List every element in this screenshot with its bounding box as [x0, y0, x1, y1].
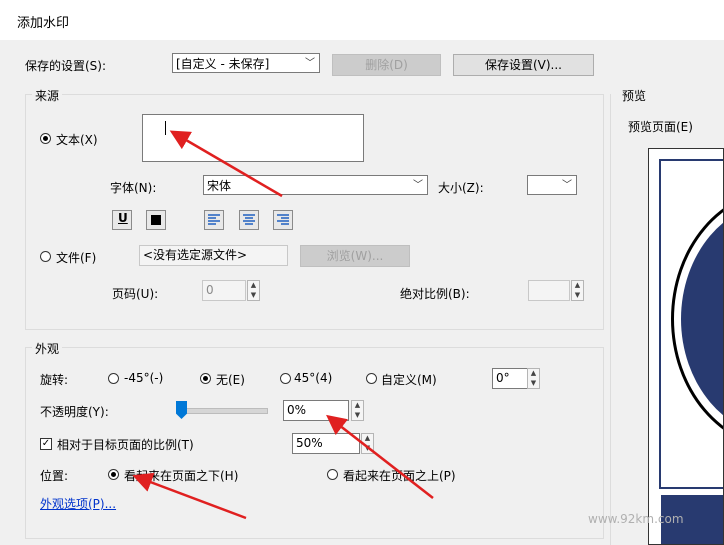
annotation-arrows — [132, 130, 434, 520]
arrow-to-opacity — [326, 414, 434, 499]
site-watermark: www.92km.com — [588, 512, 684, 526]
arrow-to-position — [132, 472, 247, 520]
arrow-to-text-input — [169, 130, 283, 198]
